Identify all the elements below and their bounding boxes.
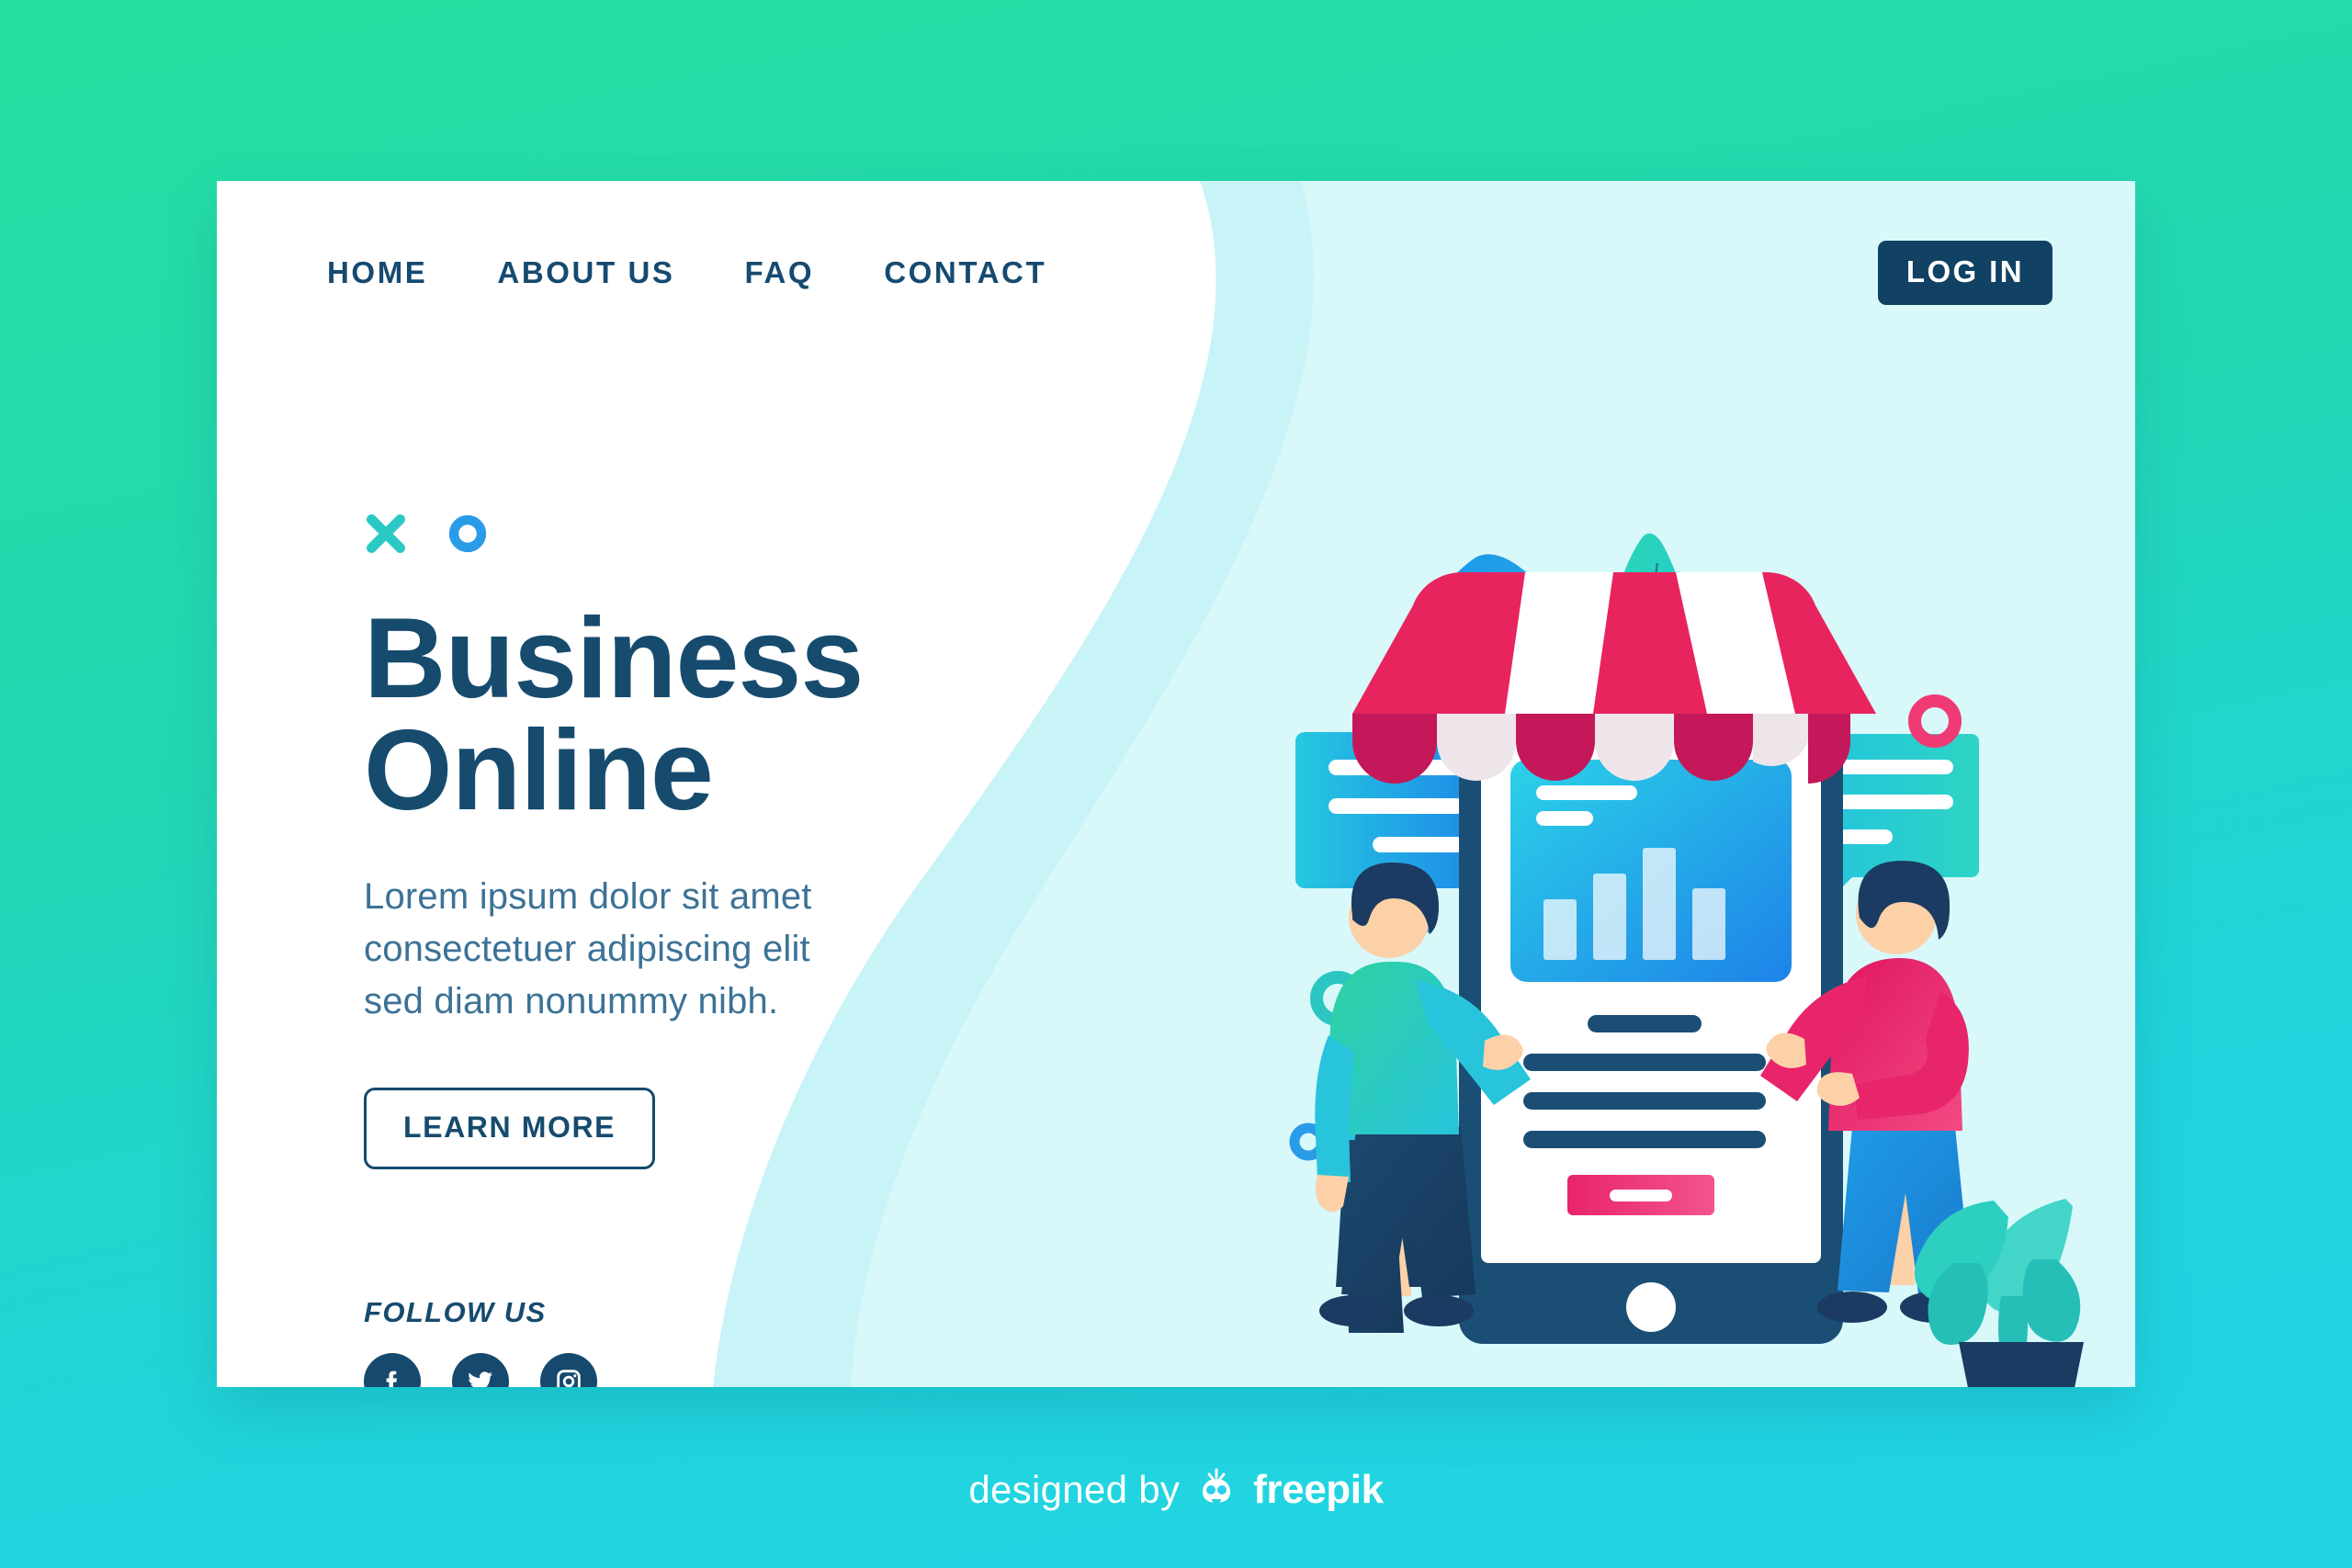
hero-illustration <box>1209 484 2091 1387</box>
follow-us-label: FOLLOW US <box>364 1295 547 1328</box>
nav-link-faq[interactable]: FAQ <box>745 255 815 290</box>
social-links <box>364 1352 1025 1387</box>
instagram-icon[interactable] <box>540 1352 597 1387</box>
top-navigation: HOME ABOUT US FAQ CONTACT LOG IN <box>217 181 2135 365</box>
twitter-icon[interactable] <box>452 1352 509 1387</box>
hero-decoration <box>364 512 1025 556</box>
shop-awning <box>1352 572 1876 784</box>
facebook-icon[interactable] <box>364 1352 421 1387</box>
learn-more-button[interactable]: LEARN MORE <box>364 1087 656 1169</box>
hero-section: Business Online Lorem ipsum dolor sit am… <box>327 512 1025 1387</box>
phone-chart-card <box>1510 760 1792 982</box>
login-button[interactable]: LOG IN <box>1877 241 2052 305</box>
plant <box>1914 1199 2084 1387</box>
footer-text: designed by <box>968 1468 1181 1511</box>
circle-outline-icon <box>448 514 487 553</box>
nav-links: HOME ABOUT US FAQ CONTACT <box>327 255 1046 290</box>
freepik-mascot-icon <box>1203 1468 1231 1504</box>
phone-cta-button[interactable] <box>1567 1175 1714 1215</box>
x-mark-icon <box>367 514 405 553</box>
phone-home-button <box>1626 1282 1676 1332</box>
footer: designed by freepik <box>0 1467 2352 1513</box>
footer-brand: freepik <box>1253 1467 1384 1512</box>
page-title: Business Online <box>364 595 864 834</box>
nav-link-about-us[interactable]: ABOUT US <box>497 255 674 290</box>
nav-link-contact[interactable]: CONTACT <box>884 255 1046 290</box>
hero-subtitle: Lorem ipsum dolor sit amet consectetuer … <box>364 876 812 1022</box>
decoration-ring-pink <box>1908 694 1962 748</box>
landing-page-card: HOME ABOUT US FAQ CONTACT LOG IN Busines… <box>217 181 2135 1387</box>
nav-link-home[interactable]: HOME <box>327 255 427 290</box>
